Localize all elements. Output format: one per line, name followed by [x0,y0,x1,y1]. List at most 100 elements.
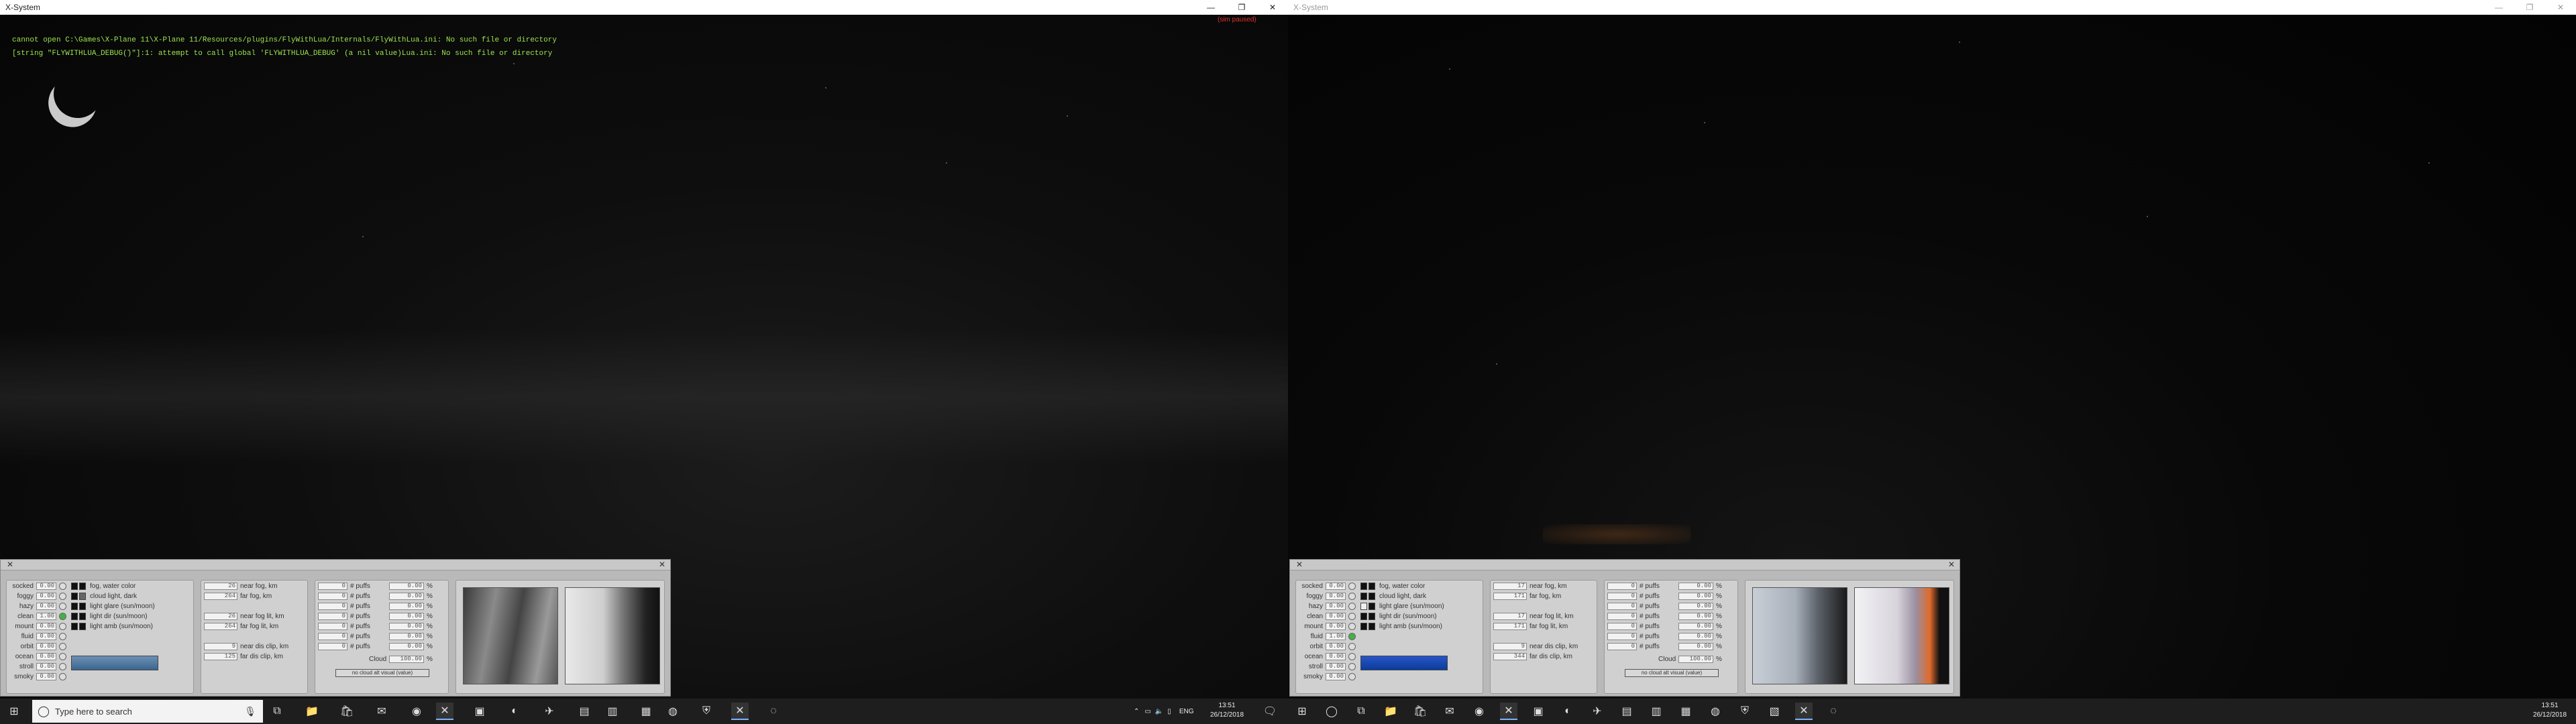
color-swatch[interactable] [71,613,78,620]
close-icon[interactable]: ✕ [1947,560,1955,568]
minimize-button[interactable]: — [2483,0,2514,15]
language-indicator[interactable]: ENG [1179,708,1194,715]
close-icon[interactable]: ✕ [658,560,666,568]
fog-value-field[interactable]: 171 [1493,623,1527,630]
app-icon[interactable]: ✈ [1589,703,1606,720]
weather-value-field[interactable]: 0.00 [1326,583,1346,590]
system-tray[interactable]: ⌃ ▭ 🔈 ▯ ENG [1134,699,1193,724]
weather-toggle[interactable] [1348,633,1356,640]
file-explorer-icon[interactable]: 📁 [1382,703,1399,720]
app-icon[interactable]: ✈ [541,703,558,720]
color-swatch[interactable] [1368,613,1375,620]
color-swatch[interactable] [1360,583,1367,590]
app-icon[interactable]: ◍ [1707,703,1724,720]
weather-toggle[interactable] [1348,623,1356,630]
puffs-field[interactable]: 0 [318,623,347,630]
clock[interactable]: 13:51 26/12/2018 [1203,701,1250,720]
mail-icon[interactable]: ✉ [1441,703,1458,720]
weather-toggle[interactable] [1348,593,1356,600]
puffs-field[interactable]: 0 [1607,593,1637,600]
weather-value-field[interactable]: 0.00 [36,603,56,610]
color-swatch[interactable] [1368,603,1375,610]
puffs-pct-field[interactable]: 0.00 [1678,623,1713,630]
color-swatch[interactable] [1360,623,1367,630]
app-icon[interactable]: ▧ [1766,703,1783,720]
chevron-up-icon[interactable]: ⌃ [1134,708,1139,715]
fog-value-field[interactable]: 9 [204,643,237,650]
color-swatch[interactable] [1368,593,1375,600]
puffs-pct-field[interactable]: 0.00 [1678,613,1713,620]
store-icon[interactable]: 🛍 [338,703,356,720]
app-icon[interactable]: ▦ [1677,703,1695,720]
app-icon[interactable]: ▣ [471,703,488,720]
file-explorer-icon[interactable]: 📁 [303,703,321,720]
puffs-field[interactable]: 0 [1607,633,1637,640]
puffs-field[interactable]: 0 [318,643,347,650]
weather-toggle[interactable] [59,663,66,670]
puffs-field[interactable]: 0 [318,583,347,590]
weather-value-field[interactable]: 0.00 [36,653,56,660]
color-swatch[interactable] [71,583,78,590]
weather-toggle[interactable] [59,653,66,660]
fog-value-field[interactable]: 26 [204,583,237,590]
close-icon[interactable]: ✕ [1295,560,1303,568]
color-swatch[interactable] [1360,613,1367,620]
app-icon[interactable]: ▦ [637,703,655,720]
weather-value-field[interactable]: 0.00 [36,633,56,640]
app-icon[interactable]: ▥ [604,703,621,720]
weather-toggle[interactable] [59,643,66,650]
cloud-field[interactable]: 100.00 [389,656,424,663]
weather-toggle[interactable] [59,633,66,640]
weather-value-field[interactable]: 0.00 [1326,623,1346,630]
app-icon[interactable]: ◌ [1825,703,1842,720]
weather-toggle[interactable] [1348,613,1356,620]
weather-value-field[interactable]: 0.00 [1326,663,1346,670]
mail-icon[interactable]: ✉ [373,703,390,720]
puffs-field[interactable]: 0 [318,613,347,620]
close-button[interactable]: ✕ [2545,0,2576,15]
weather-toggle[interactable] [1348,603,1356,610]
app-icon[interactable]: ⛨ [698,703,715,720]
color-swatch[interactable] [71,593,78,600]
weather-toggle[interactable] [59,673,66,680]
maximize-button[interactable]: ❐ [2514,0,2545,15]
search-icon[interactable]: ◯ [1323,703,1340,720]
weather-value-field[interactable]: 0.00 [1326,643,1346,650]
weather-value-field[interactable]: 0.00 [1326,673,1346,680]
app-icon[interactable]: ⛨ [1736,703,1754,720]
puffs-field[interactable]: 0 [1607,613,1637,620]
fog-value-field[interactable]: 26 [204,613,237,620]
app-icon[interactable]: ◐ [1559,703,1576,720]
color-swatch[interactable] [1368,623,1375,630]
app-icon[interactable]: ▣ [1529,703,1547,720]
puffs-pct-field[interactable]: 0.00 [1678,633,1713,640]
weather-value-field[interactable]: 1.00 [36,613,56,620]
color-swatch[interactable] [79,603,86,610]
color-swatch[interactable] [79,593,86,600]
notifications-icon[interactable]: 🗨 [1261,703,1279,720]
panel-header[interactable]: ✕ ✕ [1290,560,1960,570]
weather-value-field[interactable]: 0.00 [36,593,56,600]
title-bar[interactable]: X-System — ❐ ✕ [1288,0,2576,15]
store-icon[interactable]: 🛍 [1411,703,1429,720]
microphone-icon[interactable]: 🎙 [244,706,256,717]
weather-value-field[interactable]: 0.00 [36,643,56,650]
task-view-icon[interactable]: ⧉ [1352,703,1370,720]
network-icon[interactable]: ▭ [1144,708,1150,715]
weather-value-field[interactable]: 0.00 [1326,603,1346,610]
app-icon[interactable]: ◌ [765,703,782,720]
app-icon[interactable]: ▥ [1648,703,1665,720]
app-icon[interactable]: ▤ [1618,703,1635,720]
color-swatch[interactable] [1360,603,1367,610]
color-swatch[interactable] [79,623,86,630]
minimize-button[interactable]: — [1195,0,1226,15]
title-bar[interactable]: X-System — ❐ ✕ [0,0,1288,15]
fog-value-field[interactable]: 9 [1493,643,1527,650]
weather-settings-panel[interactable]: ✕ ✕ socked foggy hazy clean mount fluid … [1289,559,1960,697]
color-swatch[interactable] [71,603,78,610]
volume-icon[interactable]: 🔈 [1155,708,1163,715]
weather-value-field[interactable]: 0.00 [36,623,56,630]
puffs-field[interactable]: 0 [1607,623,1637,630]
puffs-pct-field[interactable]: 0.00 [389,643,424,650]
puffs-pct-field[interactable]: 0.00 [389,633,424,640]
